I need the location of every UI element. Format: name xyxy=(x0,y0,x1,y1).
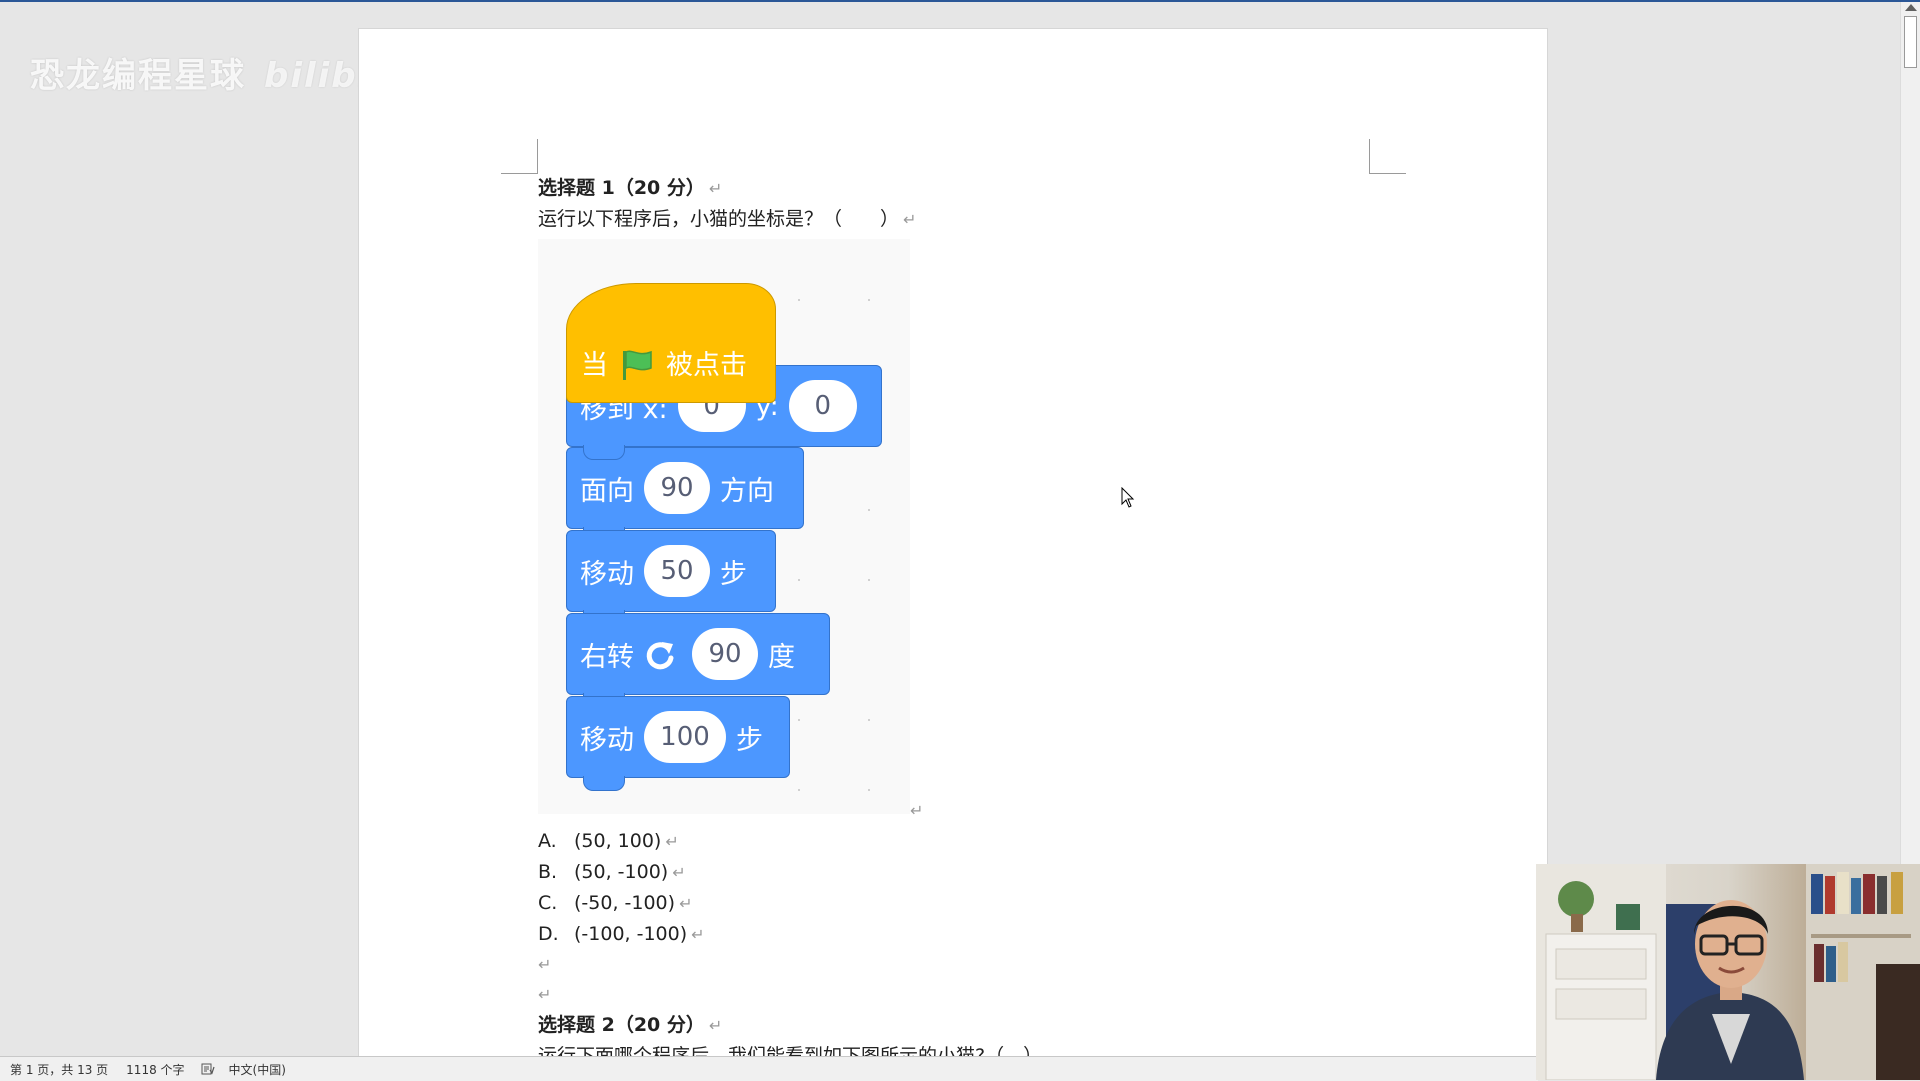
empty-paragraph: ↵ xyxy=(538,985,552,1004)
presenter-video-image xyxy=(1536,864,1920,1080)
watermark: 恐龙编程星球 bilibili xyxy=(30,48,399,97)
option-b[interactable]: B. (50, -100) ↵ xyxy=(538,857,1438,888)
rotate-clockwise-icon xyxy=(646,642,674,670)
block-label: 步 xyxy=(736,724,763,756)
option-a[interactable]: A. (50, 100) ↵ xyxy=(538,826,1438,857)
when-flag-clicked-block: 当 被点击 xyxy=(566,283,776,403)
block-label: 当 xyxy=(581,350,608,381)
paragraph-mark: ↵ xyxy=(910,801,924,820)
y-input: 0 xyxy=(788,380,857,432)
steps-input: 50 xyxy=(644,545,710,597)
scratch-code-image[interactable]: 当 被点击 移到 x: 0 y: 0 面向 90 方向 移动 50 步 右转 9… xyxy=(538,239,923,820)
degrees-input: 90 xyxy=(692,628,758,680)
direction-input: 90 xyxy=(644,462,710,514)
block-label: 移动 xyxy=(580,724,634,756)
scroll-thumb[interactable] xyxy=(1904,16,1917,68)
green-flag-icon xyxy=(623,350,652,380)
block-label: 方向 xyxy=(720,475,774,507)
turn-right-block: 右转 90 度 xyxy=(566,613,830,708)
word-count[interactable]: 1118 个字 xyxy=(126,1061,184,1078)
watermark-text: 恐龙编程星球 xyxy=(30,56,246,96)
margin-corner-top-left xyxy=(501,139,538,174)
block-label: 移动 xyxy=(580,558,634,590)
status-bar: 第 1 页，共 13 页 1118 个字 中文(中国) xyxy=(0,1056,1538,1081)
window-top-border xyxy=(0,0,1920,2)
move-steps-block: 移动 100 步 xyxy=(566,696,790,791)
option-c[interactable]: C. (-50, -100) ↵ xyxy=(538,888,1438,919)
move-steps-block: 移动 50 步 xyxy=(566,530,776,625)
mouse-pointer-icon xyxy=(1121,487,1135,508)
margin-corner-top-right xyxy=(1369,139,1406,174)
option-d[interactable]: D. (-100, -100) ↵ xyxy=(538,919,1438,950)
steps-input: 100 xyxy=(644,711,726,763)
document-content[interactable]: 选择题 1（20 分） ↵ 运行以下程序后，小猫的坐标是？（ ） ↵ 当 被点击… xyxy=(538,173,1438,1061)
document-page[interactable]: 选择题 1（20 分） ↵ 运行以下程序后，小猫的坐标是？（ ） ↵ 当 被点击… xyxy=(358,28,1548,1062)
question-2-title: 选择题 2（20 分） ↵ xyxy=(538,1014,723,1036)
proofing-icon[interactable] xyxy=(201,1063,215,1075)
scroll-up-arrow-icon[interactable] xyxy=(1905,4,1917,11)
question-1-text: 运行以下程序后，小猫的坐标是？（ ） ↵ xyxy=(538,208,917,230)
block-label: 面向 xyxy=(580,475,634,507)
block-label: 右转 xyxy=(580,641,634,673)
language-indicator[interactable]: 中文(中国) xyxy=(229,1061,286,1078)
webcam-overlay xyxy=(1536,864,1920,1080)
answer-options: A. (50, 100) ↵ B. (50, -100) ↵ C. (-50, -100)… xyxy=(538,826,1438,950)
question-1-title: 选择题 1（20 分） ↵ xyxy=(538,177,723,199)
empty-paragraph: ↵ xyxy=(538,955,552,974)
block-label: 被点击 xyxy=(666,350,747,381)
page-count[interactable]: 第 1 页，共 13 页 xyxy=(10,1061,108,1078)
block-label: 度 xyxy=(768,641,795,673)
block-label: 步 xyxy=(720,558,747,590)
